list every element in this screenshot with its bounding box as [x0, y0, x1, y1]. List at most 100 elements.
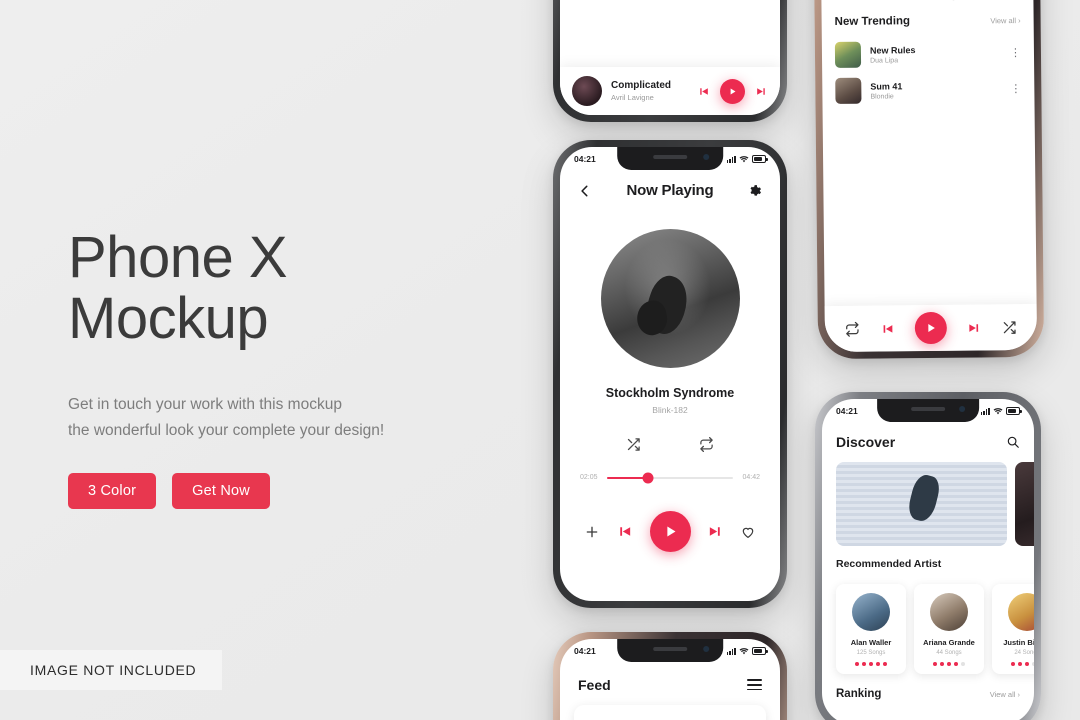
- previous-track-icon[interactable]: [697, 85, 710, 98]
- progress-knob[interactable]: [642, 472, 654, 483]
- rating-dots: [842, 662, 900, 666]
- chevron-right-icon: ›: [1018, 16, 1021, 26]
- discover-header: Discover: [822, 422, 1034, 450]
- battery-icon: [1006, 407, 1022, 415]
- screen-album: Popular Album View all › Linger The Cran…: [818, 0, 1038, 353]
- section-title: Recommended Artist: [836, 558, 942, 570]
- phone-mockup-memories: Memories Maroon 5 ⋮ Complicated Avril La…: [553, 0, 787, 122]
- play-button[interactable]: [914, 311, 948, 345]
- feed-header: Feed: [560, 662, 780, 693]
- featured-card[interactable]: [1015, 462, 1034, 546]
- phone-mockup-feed: 04:21 Feed: [553, 632, 787, 720]
- album-art-icon: [572, 76, 602, 106]
- status-icons: [726, 647, 768, 655]
- status-time: 04:21: [574, 153, 596, 164]
- elapsed-time: 02:05: [580, 474, 598, 481]
- page-title: Phone X Mockup: [68, 225, 288, 351]
- album-artwork: [600, 229, 740, 368]
- song-title: Stockholm Syndrome: [605, 386, 735, 400]
- seek-bar[interactable]: 02:05 04:42: [560, 472, 780, 483]
- feed-card[interactable]: [574, 705, 766, 720]
- status-time: 04:21: [836, 405, 858, 416]
- hero-subcopy: Get in touch your work with this mockup …: [68, 395, 385, 440]
- playback-modes: [560, 437, 780, 452]
- page-title: Discover: [836, 434, 896, 450]
- artist-name: Ariana Grande: [923, 638, 975, 647]
- signal-icon: [726, 155, 736, 163]
- page-title: Feed: [578, 676, 611, 693]
- three-color-button[interactable]: 3 Color: [68, 473, 157, 510]
- next-track-icon[interactable]: [755, 85, 768, 98]
- header-title: Now Playing: [626, 182, 714, 199]
- featured-card[interactable]: [836, 462, 1007, 546]
- add-icon[interactable]: [584, 524, 600, 540]
- battery-icon: [752, 647, 768, 655]
- list-item[interactable]: New Rules Dua Lipa ⋮: [822, 35, 1034, 73]
- shuffle-icon[interactable]: [626, 437, 641, 452]
- search-icon[interactable]: [1006, 435, 1020, 449]
- repeat-icon[interactable]: [699, 437, 714, 452]
- screen-memories: Memories Maroon 5 ⋮ Complicated Avril La…: [560, 0, 780, 115]
- status-bar: 04:21: [560, 639, 780, 662]
- next-track-icon[interactable]: [707, 523, 724, 540]
- song-artist: Dua Lipa: [870, 56, 899, 65]
- back-icon[interactable]: [578, 184, 592, 198]
- section-title: New Trending: [834, 15, 911, 28]
- artist-song-count: 24 Songs: [1014, 650, 1034, 656]
- status-bar: 04:21: [560, 147, 780, 170]
- section-header-new-trending: New Trending View all ›: [821, 0, 1033, 37]
- battery-icon: [752, 155, 768, 163]
- play-button[interactable]: [649, 511, 691, 552]
- play-button[interactable]: [720, 78, 745, 104]
- song-title: New Rules: [869, 44, 916, 56]
- artist-card[interactable]: Justin Bieber 24 Songs: [992, 584, 1034, 674]
- list-item[interactable]: Sum 41 Blondie ⋮: [822, 71, 1034, 109]
- artist-card[interactable]: Alan Waller 125 Songs: [836, 584, 906, 674]
- shuffle-icon[interactable]: [1002, 320, 1017, 335]
- get-now-button[interactable]: Get Now: [172, 473, 270, 510]
- gear-icon[interactable]: [748, 184, 762, 198]
- status-icons: [980, 407, 1022, 415]
- song-artist: Blink-182: [652, 405, 688, 415]
- wifi-icon: [739, 155, 749, 163]
- avatar: [852, 593, 890, 631]
- hero-button-row: 3 Color Get Now: [68, 473, 488, 510]
- artist-card[interactable]: Ariana Grande 44 Songs: [914, 584, 984, 674]
- phone-mockup-album: Popular Album View all › Linger The Cran…: [811, 0, 1045, 360]
- hero-text-panel: Phone X Mockup Get in touch your work wi…: [68, 225, 488, 510]
- artist-name: Justin Bieber: [1003, 638, 1034, 647]
- discover-carousel[interactable]: [822, 450, 1034, 546]
- status-icons: [726, 155, 768, 163]
- status-time: 04:21: [574, 645, 596, 656]
- status-bar: 04:21: [822, 399, 1034, 422]
- artist-carousel[interactable]: Alan Waller 125 Songs Ariana Grande 44 S…: [822, 574, 1034, 674]
- mini-player-controls: [697, 78, 768, 104]
- phone-mockup-now-playing: 04:21 Now Playing Stockholm Syndrome Bli…: [553, 140, 787, 608]
- song-artist: Blondie: [870, 92, 894, 101]
- previous-track-icon[interactable]: [616, 523, 633, 540]
- hamburger-menu-icon[interactable]: [747, 676, 762, 693]
- signal-icon: [980, 407, 990, 415]
- artist-song-count: 125 Songs: [856, 650, 886, 656]
- bottom-player-bar: [824, 303, 1038, 353]
- artist-song-count: 44 Songs: [936, 650, 962, 656]
- more-options-icon[interactable]: ⋮: [1010, 47, 1021, 59]
- next-track-icon[interactable]: [967, 320, 982, 335]
- signal-icon: [726, 647, 736, 655]
- favorite-icon[interactable]: [740, 524, 756, 540]
- section-header-recommended: Recommended Artist: [822, 546, 1034, 574]
- previous-track-icon[interactable]: [880, 321, 895, 336]
- more-options-icon[interactable]: ⋮: [1010, 83, 1021, 95]
- section-header-ranking: Ranking View all ›: [822, 674, 1034, 700]
- screen-now-playing: 04:21 Now Playing Stockholm Syndrome Bli…: [560, 147, 780, 601]
- transport-controls: [560, 511, 780, 552]
- mini-player: Complicated Avril Lavigne: [560, 67, 780, 115]
- view-all-link[interactable]: View all ›: [990, 16, 1020, 25]
- rating-dots: [998, 662, 1034, 666]
- view-all-link[interactable]: View all ›: [990, 690, 1020, 699]
- artist-name: Alan Waller: [850, 638, 892, 647]
- progress-track[interactable]: [606, 472, 734, 483]
- repeat-icon[interactable]: [845, 321, 860, 337]
- rating-dots: [920, 662, 978, 666]
- image-not-included-badge: IMAGE NOT INCLUDED: [0, 650, 223, 690]
